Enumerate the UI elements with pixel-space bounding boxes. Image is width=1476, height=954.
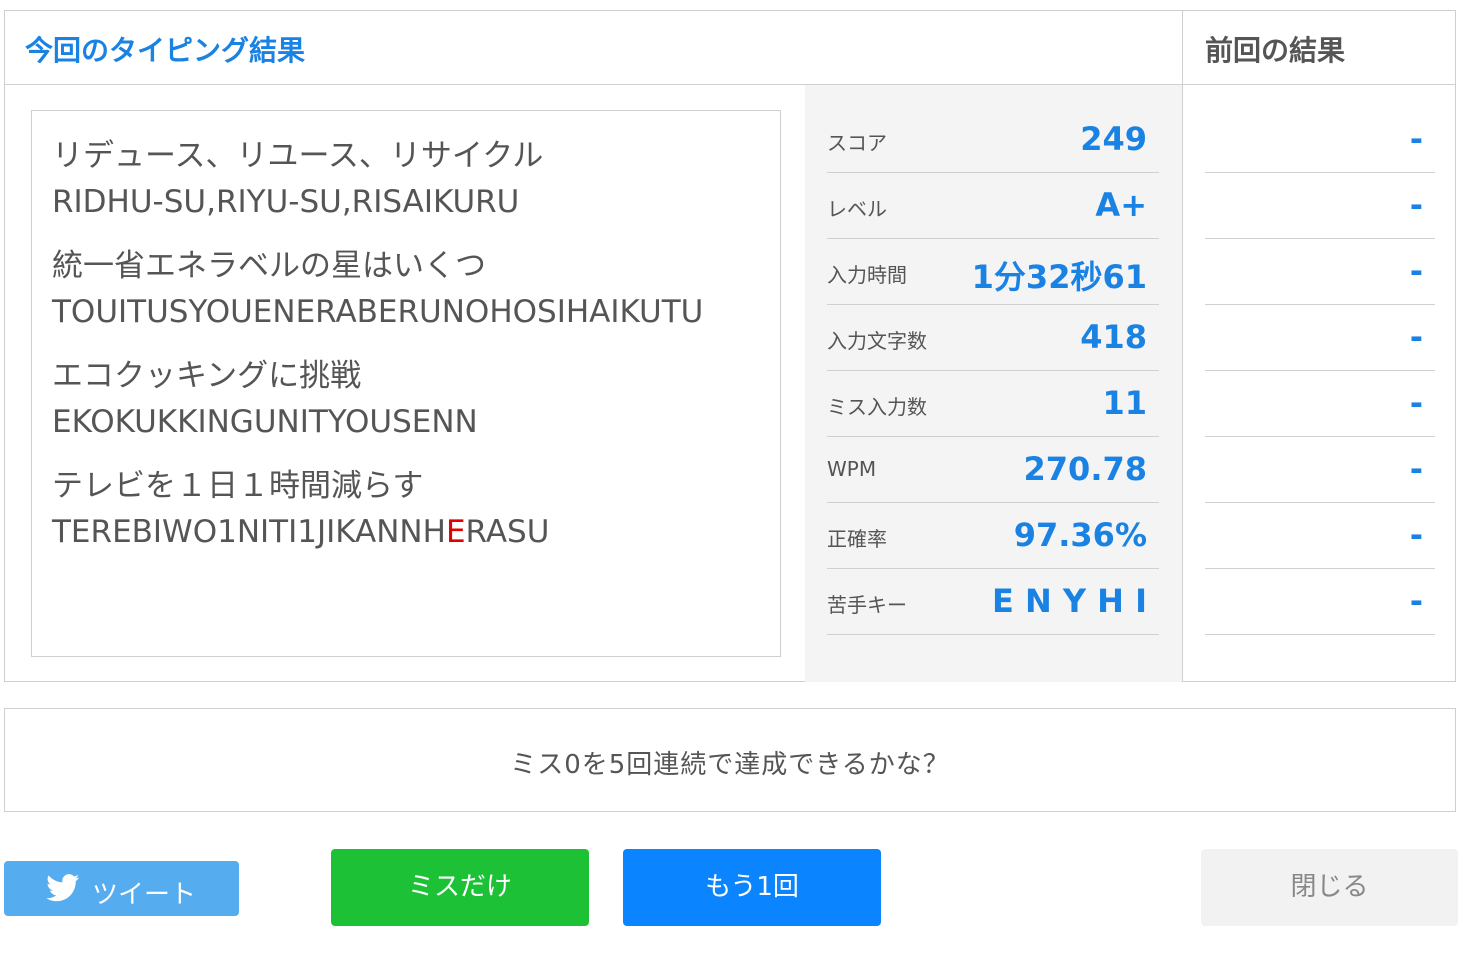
previous-stat-value: - (1409, 120, 1423, 158)
twitter-bird-icon (46, 874, 80, 909)
entry-romaji: EKOKUKKINGUNITYOUSENN (52, 404, 478, 440)
stat-value: A+ (1095, 186, 1147, 224)
stat-label: 入力文字数 (827, 329, 927, 353)
typed-entry: テレビを１日１時間減らす TEREBIWO1NITI1JIKANNHERASU (52, 463, 760, 555)
stat-row-accuracy: 正確率 97.36% (827, 503, 1159, 569)
stat-row-char-count: 入力文字数 418 (827, 305, 1159, 371)
current-results-title: 今回のタイピング結果 (25, 34, 306, 67)
challenge-message: ミス0を5回連続で達成できるかな？ (510, 750, 950, 780)
tweet-button[interactable]: ツイート (4, 861, 239, 916)
stat-label: レベル (827, 197, 887, 221)
stat-value: E N Y H I (991, 582, 1147, 620)
entry-japanese: 統一省エネラベルの星はいくつ (52, 248, 486, 284)
previous-stat-row: - (1205, 305, 1435, 371)
tweet-label: ツイート (92, 880, 197, 910)
typed-text-box: リデュース、リユース、リサイクル RIDHU-SU,RIYU-SU,RISAIK… (31, 110, 781, 657)
previous-stat-value: - (1409, 516, 1423, 554)
entry-romaji: TOUITUSYOUENERABERUNOHOSIHAIKUTU (52, 294, 704, 330)
stat-row-weak-keys: 苦手キー E N Y H I (827, 569, 1159, 635)
stat-row-time: 入力時間 1分32秒61 (827, 239, 1159, 305)
typed-entry: リデュース、リユース、リサイクル RIDHU-SU,RIYU-SU,RISAIK… (52, 133, 760, 225)
stat-value: 11 (1102, 384, 1147, 422)
stat-value: 418 (1080, 318, 1147, 356)
stat-label: 苦手キー (827, 593, 907, 617)
stat-value: 249 (1080, 120, 1147, 158)
previous-stat-row: - (1205, 437, 1435, 503)
current-stats: スコア 249 レベル A+ 入力時間 1分32秒61 入力文字数 418 ミス… (805, 85, 1182, 682)
previous-stats: - - - - - - - - (1182, 85, 1455, 682)
challenge-message-box: ミス0を5回連続で達成できるかな？ (4, 708, 1456, 812)
previous-stat-row: - (1205, 371, 1435, 437)
romaji-correct: RASU (465, 514, 550, 550)
previous-results-header: 前回の結果 (1182, 11, 1455, 85)
romaji-miss-char: E (445, 514, 466, 550)
close-button[interactable]: 閉じる (1201, 849, 1458, 926)
stat-label: 正確率 (827, 527, 887, 551)
stat-value: 97.36% (1013, 516, 1147, 554)
stat-row-wpm: WPM 270.78 (827, 437, 1159, 503)
stat-row-score: スコア 249 (827, 107, 1159, 173)
previous-stat-value: - (1409, 450, 1423, 488)
stat-label: ミス入力数 (827, 395, 927, 419)
entry-japanese: リデュース、リユース、リサイクル (52, 138, 544, 174)
previous-stat-row: - (1205, 173, 1435, 239)
stat-label: スコア (827, 131, 887, 155)
results-panel: 今回のタイピング結果 前回の結果 リデュース、リユース、リサイクル RIDHU-… (4, 10, 1456, 682)
stat-value: 270.78 (1023, 450, 1147, 488)
stat-row-level: レベル A+ (827, 173, 1159, 239)
romaji-correct: TEREBIWO1NITI1JIKANNH (52, 514, 446, 550)
previous-stat-value: - (1409, 582, 1423, 620)
miss-only-button[interactable]: ミスだけ (331, 849, 589, 926)
play-again-button[interactable]: もう1回 (623, 849, 881, 926)
entry-romaji: TEREBIWO1NITI1JIKANNHERASU (52, 509, 760, 555)
typed-entry: エコクッキングに挑戦 EKOKUKKINGUNITYOUSENN (52, 353, 760, 445)
entry-japanese: エコクッキングに挑戦 (52, 358, 362, 394)
stat-label: 入力時間 (827, 263, 907, 287)
stat-label: WPM (827, 457, 877, 481)
previous-stat-value: - (1409, 318, 1423, 356)
previous-stat-row: - (1205, 239, 1435, 305)
stat-value: 1分32秒61 (971, 258, 1147, 296)
previous-stat-value: - (1409, 252, 1423, 290)
previous-stat-value: - (1409, 186, 1423, 224)
stat-row-miss-count: ミス入力数 11 (827, 371, 1159, 437)
current-results-header: 今回のタイピング結果 (5, 11, 1182, 85)
previous-stat-row: - (1205, 569, 1435, 635)
previous-stat-row: - (1205, 107, 1435, 173)
previous-stat-row: - (1205, 503, 1435, 569)
previous-results-title: 前回の結果 (1205, 34, 1346, 67)
previous-stat-value: - (1409, 384, 1423, 422)
entry-japanese: テレビを１日１時間減らす (52, 468, 424, 504)
entry-romaji: RIDHU-SU,RIYU-SU,RISAIKURU (52, 184, 520, 220)
typed-entry: 統一省エネラベルの星はいくつ TOUITUSYOUENERABERUNOHOSI… (52, 243, 760, 335)
